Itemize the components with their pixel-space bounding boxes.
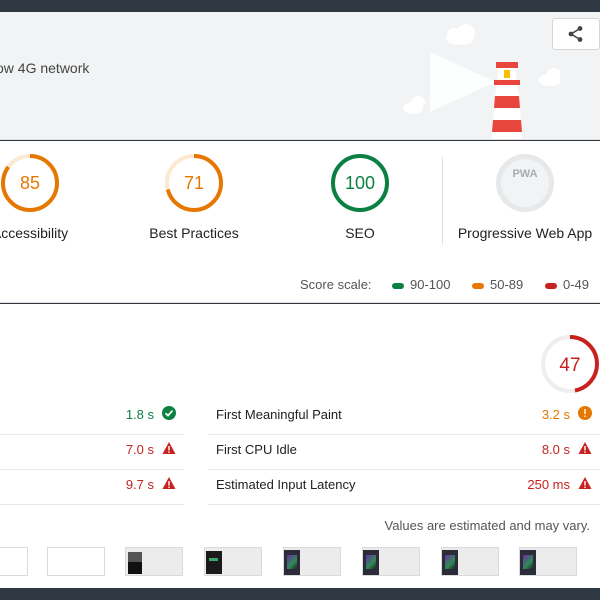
fail-icon <box>578 442 592 454</box>
scale-label: 50-89 <box>490 277 524 292</box>
metric-row: Estimated Input Latency 250 ms <box>208 470 600 505</box>
category-label: SEO <box>345 225 375 241</box>
scale-dot-red <box>545 282 557 289</box>
metric-row: First Meaningful Paint 3.2 s <box>208 400 600 435</box>
filmstrip-frame <box>47 547 105 576</box>
bottom-strip <box>0 588 600 600</box>
category-label: Progressive Web App <box>457 225 593 241</box>
metric-value: 3.2 s <box>541 407 570 422</box>
category-pwa[interactable]: PWA Progressive Web App <box>450 153 600 241</box>
scale-label: 90-100 <box>410 277 451 292</box>
metric-value: 8.0 s <box>541 442 570 457</box>
top-strip <box>0 0 600 12</box>
report-header: ow 4G network <box>0 12 600 140</box>
pwa-badge-icon: PWA <box>496 154 554 212</box>
metric-name: First CPU Idle <box>216 442 297 457</box>
performance-score: 47 <box>559 355 580 376</box>
filmstrip-frame <box>441 547 499 576</box>
average-icon <box>578 406 592 420</box>
performance-gauge: 47 <box>541 335 599 393</box>
estimate-note: Values are estimated and may vary. <box>384 518 590 533</box>
filmstrip-frame <box>362 547 420 576</box>
score-value: 100 <box>345 173 375 193</box>
scale-dot-green <box>392 282 404 289</box>
scale-fail: 0-49 <box>545 277 589 292</box>
metric-value: 7.0 s <box>125 442 154 457</box>
share-button[interactable] <box>552 18 600 50</box>
scale-label: 0-49 <box>563 277 590 292</box>
metric-row: 9.7 s <box>0 470 184 505</box>
fail-icon <box>162 442 176 454</box>
metric-value: 250 ms <box>527 477 570 492</box>
lighthouse-illustration <box>403 24 560 139</box>
score-gauge: 100 <box>331 154 389 212</box>
category-label: Accessibility <box>0 225 69 241</box>
scale-pass: 90-100 <box>392 277 450 292</box>
filmstrip-frame <box>519 547 577 576</box>
share-icon <box>568 26 583 42</box>
score-gauge: 85 <box>1 154 59 212</box>
filmstrip-frame <box>125 547 183 576</box>
metric-row: First CPU Idle 8.0 s <box>208 435 600 470</box>
category-label: Best Practices <box>149 225 239 241</box>
metric-row: 7.0 s <box>0 435 184 470</box>
scale-dot-orange <box>472 282 484 289</box>
metric-value: 1.8 s <box>125 407 154 422</box>
scale-average: 50-89 <box>472 277 523 292</box>
metric-name: Estimated Input Latency <box>216 477 356 492</box>
score-scale-title: Score scale: <box>300 277 372 292</box>
category-accessibility[interactable]: 85 Accessibility <box>0 153 105 241</box>
score-value: 71 <box>184 173 204 193</box>
filmstrip-frame <box>0 547 28 576</box>
filmstrip-frame <box>204 547 262 576</box>
metric-row: 1.8 s <box>0 400 184 435</box>
category-scores: 85 Accessibility 71 Best Practices 100 S… <box>0 141 600 303</box>
score-gauge: 71 <box>165 154 223 212</box>
filmstrip-frame <box>283 547 341 576</box>
performance-section: 47 1.8 s 7.0 s 9.7 s First Meaningful Pa… <box>0 304 600 588</box>
fail-icon <box>162 477 176 489</box>
category-best-practices[interactable]: 71 Best Practices <box>119 153 269 241</box>
metric-name: First Meaningful Paint <box>216 407 342 422</box>
metric-value: 9.7 s <box>125 477 154 492</box>
category-divider <box>442 157 443 245</box>
pwa-badge-text: PWA <box>512 168 537 180</box>
environment-text: ow 4G network <box>0 60 90 76</box>
category-seo[interactable]: 100 SEO <box>285 153 435 241</box>
pass-icon <box>162 406 176 420</box>
score-value: 85 <box>20 173 40 193</box>
fail-icon <box>578 477 592 489</box>
